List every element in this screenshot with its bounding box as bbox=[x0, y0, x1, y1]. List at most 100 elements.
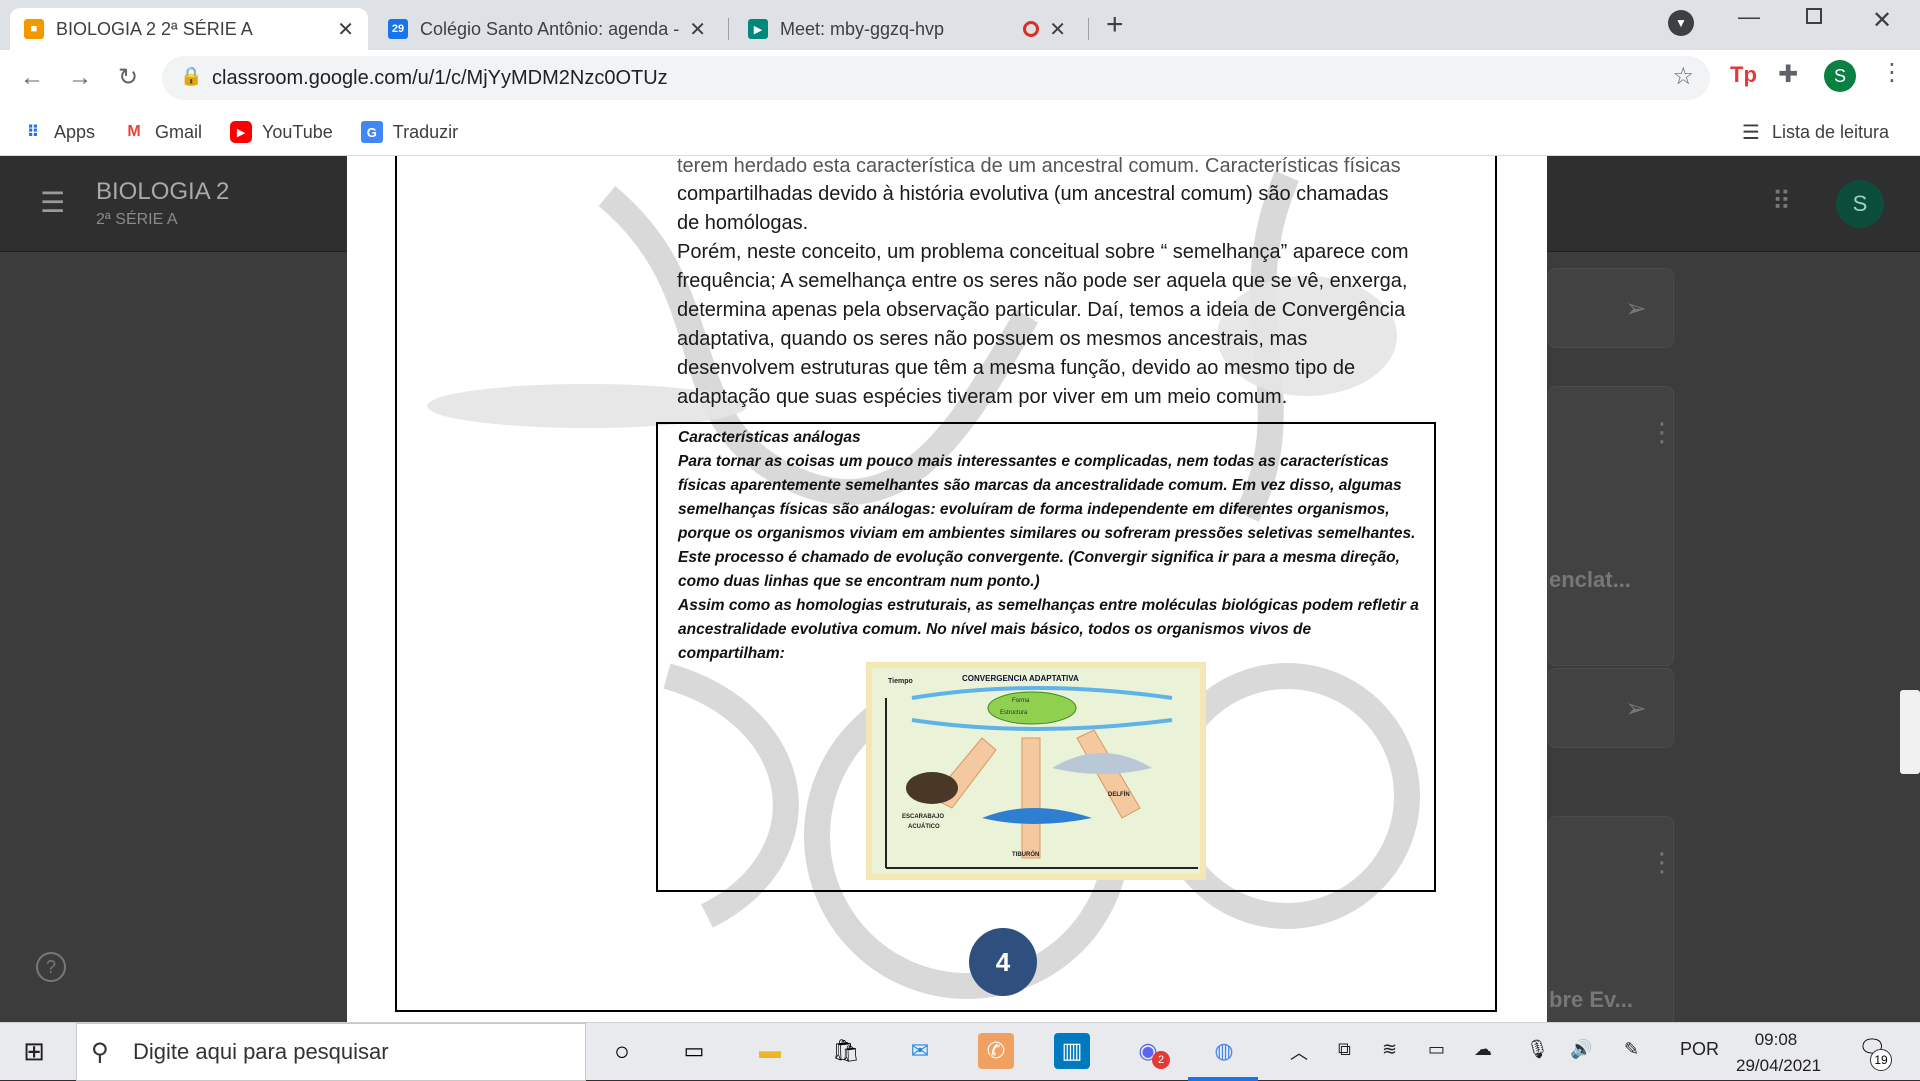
tp-extension-icon[interactable]: Tp bbox=[1730, 62, 1757, 88]
stream-card[interactable]: ➢ bbox=[1548, 668, 1674, 748]
translate-icon: G bbox=[360, 121, 383, 143]
box-line: porque os organismos viviam em ambientes… bbox=[678, 525, 1416, 542]
cortana-icon[interactable]: ○ bbox=[604, 1033, 640, 1069]
doc-line: adaptativa, quando os seres não possuem … bbox=[677, 328, 1308, 350]
figure-label-beetle: ESCARABAJO bbox=[902, 814, 945, 820]
figure-label-shark: TIBURÓN bbox=[1012, 852, 1040, 858]
tab-classroom[interactable]: ■ BIOLOGIA 2 2ª SÉRIE A ✕ bbox=[10, 8, 368, 50]
hamburger-menu-icon[interactable]: ☰ bbox=[40, 186, 65, 219]
doc-line: determina apenas pela observação particu… bbox=[677, 299, 1406, 321]
network-icon[interactable]: ≋ bbox=[1382, 1039, 1397, 1060]
box-line: Este processo é chamado de evolução conv… bbox=[678, 549, 1400, 566]
active-app-indicator bbox=[1188, 1077, 1258, 1081]
page-number-badge: 4 bbox=[969, 928, 1037, 996]
profile-avatar[interactable]: S bbox=[1824, 60, 1856, 92]
close-tab-icon[interactable]: ✕ bbox=[337, 17, 354, 42]
convergence-figure: CONVERGENCIA ADAPTATIVA Tiempo Forma Est… bbox=[866, 662, 1206, 880]
reading-list-button[interactable]: ☰ Lista de leitura bbox=[1742, 120, 1889, 145]
extensions-puzzle-icon[interactable]: ✚ bbox=[1778, 60, 1798, 89]
box-line: ancestralidade evolutiva comum. No nível… bbox=[678, 621, 1312, 638]
doc-line: desenvolvem estruturas que têm a mesma f… bbox=[677, 357, 1356, 379]
stream-card[interactable]: ⋮ enclat... bbox=[1548, 386, 1675, 666]
box-line: como duas linhas que se encontram num po… bbox=[678, 573, 1040, 590]
notifications-icon[interactable]: 🗨 19 bbox=[1858, 1035, 1892, 1071]
figure-center-label: Estructura bbox=[1000, 710, 1028, 716]
windows-start-icon[interactable]: ⊞ bbox=[16, 1033, 52, 1069]
send-icon[interactable]: ➢ bbox=[1625, 293, 1647, 324]
language-indicator[interactable]: POR bbox=[1680, 1039, 1719, 1060]
back-icon[interactable]: ← bbox=[16, 62, 48, 94]
bookmark-apps[interactable]: ⠿ Apps bbox=[22, 121, 95, 143]
user-avatar[interactable]: S bbox=[1836, 180, 1884, 228]
show-hidden-icons[interactable]: ︿ bbox=[1290, 1039, 1308, 1065]
chrome-icon[interactable]: ◍ bbox=[1206, 1033, 1242, 1069]
new-tab-icon[interactable]: + bbox=[1106, 8, 1124, 42]
file-explorer-icon[interactable]: ▬ bbox=[752, 1033, 788, 1069]
reload-icon[interactable]: ↻ bbox=[112, 62, 144, 94]
address-bar[interactable]: 🔒 classroom.google.com/u/1/c/MjYyMDM2Nzc… bbox=[162, 56, 1710, 100]
tab-separator bbox=[728, 18, 729, 40]
close-window-icon[interactable]: ✕ bbox=[1872, 6, 1892, 35]
battery-icon[interactable]: ▭ bbox=[1428, 1039, 1445, 1060]
bookmark-label: YouTube bbox=[262, 121, 333, 142]
meet-now-icon[interactable]: ⧉ bbox=[1338, 1039, 1351, 1060]
tab-separator bbox=[1088, 18, 1089, 40]
bookmark-youtube[interactable]: ▶ YouTube bbox=[230, 121, 333, 143]
minimize-icon[interactable]: — bbox=[1738, 4, 1760, 30]
whatsapp-icon[interactable]: ✆ bbox=[978, 1033, 1014, 1069]
tab-search-icon[interactable]: ▼ bbox=[1668, 10, 1694, 36]
stream-card[interactable]: ➢ bbox=[1548, 268, 1674, 348]
box-text: Características análogas Para tornar as … bbox=[678, 426, 1438, 666]
clock[interactable]: 09:08 29/04/2021 bbox=[1736, 1027, 1821, 1079]
more-options-icon[interactable]: ⋮ bbox=[1649, 417, 1675, 448]
store-icon[interactable]: 🛍 bbox=[828, 1033, 864, 1069]
bookmark-star-icon[interactable]: ☆ bbox=[1672, 62, 1694, 91]
help-icon[interactable]: ? bbox=[36, 952, 66, 982]
figure-center-label: Forma bbox=[1012, 698, 1030, 704]
taskbar-search[interactable]: ⚲ Digite aqui para pesquisar bbox=[76, 1023, 586, 1081]
search-placeholder: Digite aqui para pesquisar bbox=[133, 1039, 389, 1064]
document-viewer: terem herdado esta característica de um … bbox=[347, 156, 1547, 1022]
restore-icon[interactable] bbox=[1806, 8, 1822, 24]
doc-line: compartilhadas devido à história evoluti… bbox=[677, 183, 1389, 205]
stream-card[interactable]: ⋮ bre Ev... bbox=[1548, 816, 1675, 1026]
figure-label-dolphin: DELFÍN bbox=[1108, 792, 1130, 798]
microphone-icon[interactable]: 🎙 bbox=[1526, 1039, 1549, 1060]
forward-icon[interactable]: → bbox=[64, 62, 96, 94]
doc-line-cut: terem herdado esta característica de um … bbox=[677, 156, 1401, 177]
pen-icon[interactable]: ✎ bbox=[1624, 1039, 1639, 1060]
lock-icon: 🔒 bbox=[180, 66, 203, 86]
bookmark-label: Gmail bbox=[155, 121, 203, 142]
figure-label-beetle: ACUÁTICO bbox=[908, 824, 940, 830]
bookmarks-bar: ⠿ Apps M Gmail ▶ YouTube G Traduzir ☰ Li… bbox=[0, 110, 1920, 154]
clock-time: 09:08 bbox=[1754, 1030, 1798, 1049]
convergence-diagram bbox=[885, 686, 1198, 869]
bookmark-traduzir[interactable]: G Traduzir bbox=[360, 121, 459, 143]
mail-icon[interactable]: ✉ bbox=[902, 1033, 938, 1069]
classroom-favicon-icon: ■ bbox=[24, 19, 44, 39]
trello-icon[interactable]: ▥ bbox=[1054, 1033, 1090, 1069]
close-tab-icon[interactable]: ✕ bbox=[689, 17, 706, 42]
bookmark-label: Apps bbox=[54, 121, 96, 142]
task-view-icon[interactable]: ▭ bbox=[676, 1033, 712, 1069]
url-text: classroom.google.com/u/1/c/MjYyMDM2Nzc0O… bbox=[212, 66, 668, 89]
google-apps-icon[interactable]: ⠿ bbox=[1772, 186, 1791, 217]
browser-tab-strip: ■ BIOLOGIA 2 2ª SÉRIE A ✕ 29 Colégio San… bbox=[0, 0, 1920, 50]
onedrive-icon[interactable]: ☁ bbox=[1474, 1039, 1492, 1060]
class-title[interactable]: BIOLOGIA 2 bbox=[96, 178, 229, 206]
tab-agenda[interactable]: 29 Colégio Santo Antônio: agenda - ✕ bbox=[374, 8, 720, 50]
tab-meet[interactable]: ▶ Meet: mby-ggzq-hvp ✕ bbox=[734, 8, 1080, 50]
box-line: Para tornar as coisas um pouco mais inte… bbox=[678, 453, 1389, 470]
volume-icon[interactable]: 🔊 bbox=[1570, 1039, 1592, 1060]
bookmark-gmail[interactable]: M Gmail bbox=[123, 121, 202, 143]
send-icon[interactable]: ➢ bbox=[1625, 693, 1647, 724]
menu-kebab-icon[interactable]: ⋮ bbox=[1880, 58, 1904, 87]
browser-toolbar: ← → ↻ 🔒 classroom.google.com/u/1/c/MjYyM… bbox=[0, 50, 1920, 156]
close-tab-icon[interactable]: ✕ bbox=[1049, 17, 1066, 42]
page-scrollbar-thumb[interactable] bbox=[1900, 690, 1920, 774]
box-line: semelhanças físicas são análogas: evoluí… bbox=[678, 501, 1390, 518]
bookmark-label: Traduzir bbox=[392, 121, 459, 142]
more-options-icon[interactable]: ⋮ bbox=[1649, 847, 1675, 878]
doc-line: frequência; A semelhança entre os seres … bbox=[677, 270, 1408, 292]
discord-icon[interactable]: ◉ 2 bbox=[1130, 1033, 1170, 1069]
